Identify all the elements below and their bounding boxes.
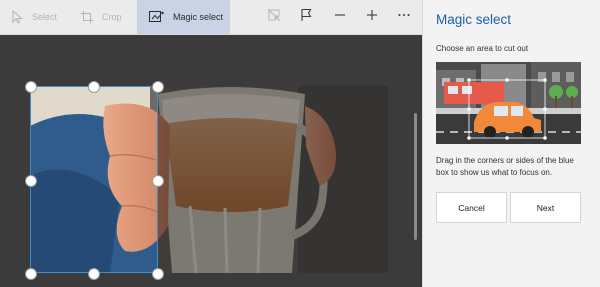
selection-handle-bottom-left[interactable] [25, 268, 37, 280]
flag-button[interactable] [297, 8, 315, 26]
magic-select-tool-button[interactable]: Magic select [137, 0, 230, 34]
cancel-button[interactable]: Cancel [436, 192, 507, 223]
selection-handle-top[interactable] [88, 81, 100, 93]
next-button[interactable]: Next [510, 192, 581, 223]
panel-help-text: Drag in the corners or sides of the blue… [436, 156, 574, 177]
zoom-out-button[interactable] [331, 8, 349, 26]
crop-tool-label: Crop [102, 12, 122, 22]
example-thumbnail [436, 62, 581, 144]
more-options-button[interactable] [395, 8, 413, 26]
selection-handle-left[interactable] [25, 175, 37, 187]
panel-subtitle: Choose an area to cut out [436, 44, 529, 53]
select-tool-button[interactable]: Select [10, 0, 57, 34]
selection-box[interactable] [30, 86, 158, 273]
zoom-in-button[interactable] [363, 8, 381, 26]
magic-select-panel: Magic select Choose an area to cut out D… [422, 0, 600, 287]
more-dots-icon [397, 8, 411, 27]
crop-tool-button[interactable]: Crop [80, 0, 122, 34]
selection-handle-top-left[interactable] [25, 81, 37, 93]
minus-icon [333, 8, 347, 27]
selection-handle-bottom[interactable] [88, 268, 100, 280]
crop-icon [80, 10, 94, 24]
select-tool-label: Select [32, 12, 58, 22]
select-arrow-icon [10, 10, 24, 24]
canvas-vertical-scrollbar[interactable] [414, 113, 417, 240]
toolbar: Select Crop Magic select [0, 0, 422, 35]
selection-handle-bottom-right[interactable] [152, 268, 164, 280]
delete-select-button[interactable] [265, 8, 283, 26]
selection-handle-top-right[interactable] [152, 81, 164, 93]
plus-icon [365, 8, 379, 27]
magic-select-tool-label: Magic select [173, 12, 224, 22]
magic-select-icon [149, 10, 165, 24]
flag-icon [299, 8, 313, 27]
sticker-icon [267, 8, 281, 27]
panel-title: Magic select [436, 12, 512, 27]
selection-handle-right[interactable] [152, 175, 164, 187]
